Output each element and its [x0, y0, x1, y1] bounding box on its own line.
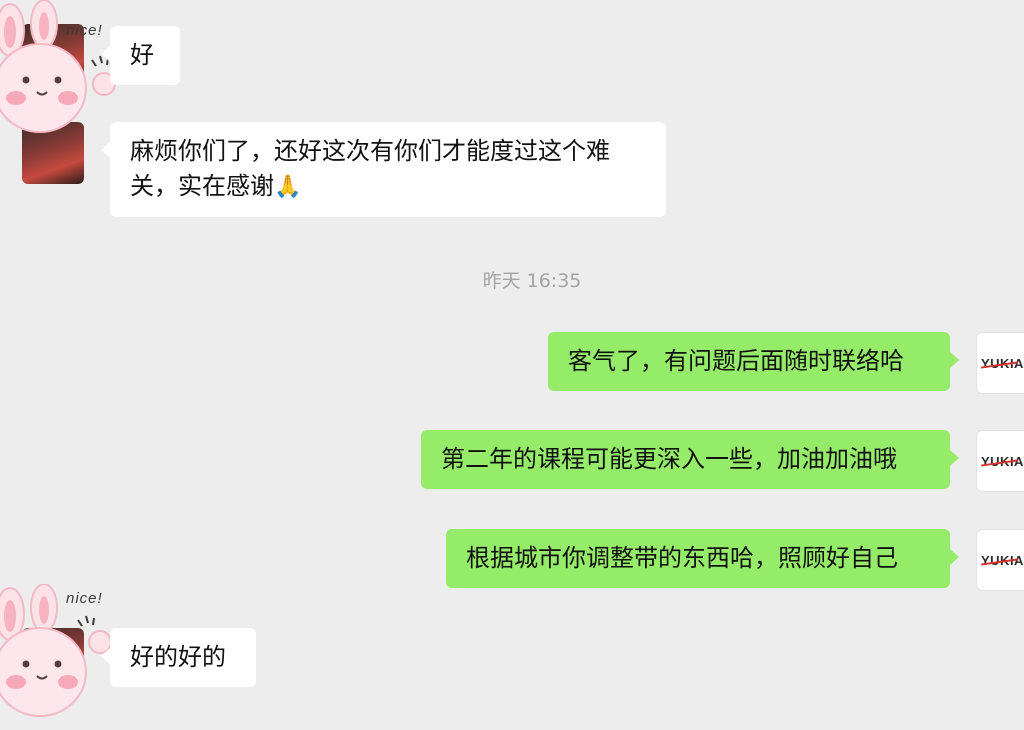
message-bubble-outgoing[interactable]: 客气了，有问题后面随时联络哈 [548, 332, 959, 391]
message-text: 好 [130, 41, 154, 69]
message-text: 第二年的课程可能更深入一些，加油加油哦 [441, 445, 897, 473]
self-avatar[interactable]: YUKIA [976, 529, 1024, 591]
message-timestamp: 昨天 16:35 [482, 270, 582, 292]
pray-emoji-icon: 🙏 [274, 174, 302, 200]
message-text: 客气了，有问题后面随时联络哈 [568, 347, 904, 375]
self-avatar[interactable]: YUKIA [976, 332, 1024, 394]
message-bubble-outgoing[interactable]: 根据城市你调整带的东西哈，照顾好自己 [446, 529, 959, 588]
self-avatar[interactable]: YUKIA [976, 430, 1024, 492]
sticker-caption: nice! [66, 590, 103, 607]
self-avatar-logo: YUKIA [981, 355, 1024, 371]
message-bubble-incoming[interactable]: 好的好的 [101, 628, 256, 687]
sticker-caption: nice! [66, 22, 103, 39]
message-text: 好的好的 [130, 643, 226, 671]
message-bubble-incoming[interactable]: 麻烦你们了，还好这次有你们才能度过这个难关，实在感谢🙏 [101, 122, 666, 217]
self-avatar-logo: YUKIA [981, 552, 1024, 568]
message-bubble-outgoing[interactable]: 第二年的课程可能更深入一些，加油加油哦 [421, 430, 959, 489]
self-avatar-logo: YUKIA [981, 453, 1024, 469]
chat-area[interactable]: nice! nice! 好 麻烦你们了，还好这次有你们才能度过这个难关，实在感谢… [0, 0, 1024, 730]
message-text: 根据城市你调整带的东西哈，照顾好自己 [466, 544, 898, 572]
message-text: 麻烦你们了，还好这次有你们才能度过这个难关，实在感谢 [130, 137, 610, 200]
message-bubble-incoming[interactable]: 好 [101, 26, 180, 85]
bunny-sticker-icon: nice! [0, 0, 122, 140]
